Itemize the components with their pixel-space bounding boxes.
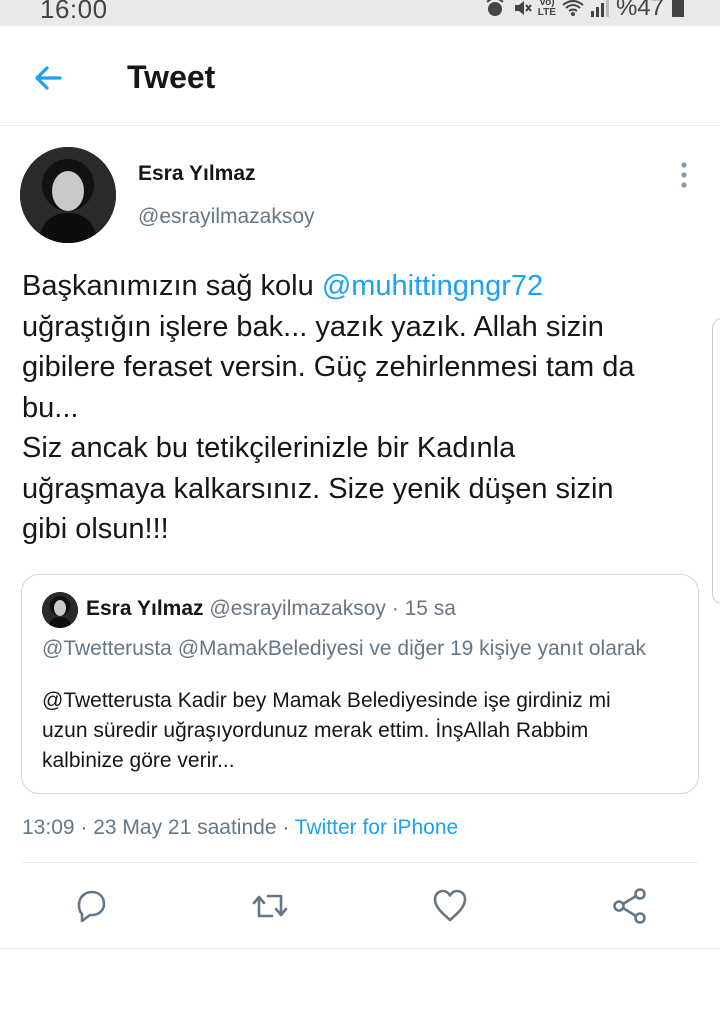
tweet-line: Siz ancak bu tetikçilerinizle bir Kadınl…	[22, 432, 516, 464]
quoted-line: @Twetterusta Kadir bey Mamak Belediyesin…	[42, 689, 611, 712]
scroll-edge	[712, 318, 720, 604]
tweet-line: Başkanımızın sağ kolu @muhittingngr72	[22, 266, 712, 307]
quoted-line: uzun süredir uğraşıyordunuz merak ettim.…	[42, 719, 589, 742]
quoted-author-name: Esra Yılmaz	[86, 597, 204, 620]
share-icon[interactable]	[610, 886, 650, 926]
back-arrow-icon[interactable]	[30, 60, 66, 96]
quoted-author-avatar	[42, 592, 78, 628]
retweet-icon[interactable]	[250, 886, 290, 926]
tweet-text: Başkanımızın sağ kolu @muhittingngr72 uğ…	[22, 266, 712, 550]
quoted-handle-time: @esrayilmazaksoy · 15 sa	[209, 597, 456, 620]
quoted-reply-context: @Twetterusta @MamakBelediyesi ve diğer 1…	[42, 637, 647, 660]
tweet-source-link[interactable]: Twitter for iPhone	[295, 816, 458, 839]
quoted-header: Esra Yılmaz @esrayilmazaksoy · 15 sa	[86, 597, 456, 621]
divider	[22, 862, 698, 863]
status-icons: Vo) LTE %47	[484, 0, 684, 22]
network-bottom-label: LTE	[537, 7, 556, 18]
wifi-icon	[562, 0, 584, 16]
mute-icon	[514, 1, 532, 15]
tweet-line: bu...	[22, 391, 79, 424]
author-handle[interactable]: @esrayilmazaksoy	[138, 205, 315, 229]
tweet-datetime: 13:09 · 23 May 21 saatinde ·	[22, 816, 295, 839]
status-bar: 16:00 Vo) LTE %47	[0, 0, 720, 26]
alarm-icon	[486, 0, 504, 16]
more-options-icon[interactable]	[672, 160, 696, 190]
battery-percent: %47	[615, 0, 664, 21]
signal-icon	[590, 0, 609, 17]
like-icon[interactable]	[430, 886, 470, 926]
quoted-avatar-photo	[42, 592, 78, 628]
tweet-line: uğraştığın işlere bak... yazık yazık. Al…	[22, 310, 604, 343]
quoted-text: @Twetterusta Kadir bey Mamak Belediyesin…	[42, 686, 682, 776]
reply-icon[interactable]	[71, 886, 111, 926]
mention-link[interactable]: @muhittingngr72	[322, 270, 543, 302]
quoted-tweet[interactable]: Esra Yılmaz @esrayilmazaksoy · 15 sa @Tw…	[21, 574, 699, 794]
author-name[interactable]: Esra Yılmaz	[138, 162, 256, 186]
quoted-line: kalbinize göre verir...	[42, 749, 235, 772]
avatar-photo	[20, 147, 116, 243]
tweet-meta: 13:09 · 23 May 21 saatinde · Twitter for…	[22, 816, 458, 840]
network-indicator: Vo) LTE	[538, 0, 556, 18]
status-time: 16:00	[40, 0, 108, 24]
tweet-line: uğraşmaya kalkarsınız. Size yenik düşen …	[22, 472, 614, 505]
tweet-line: gibilere feraset versin. Güç zehirlenmes…	[22, 351, 635, 383]
page-title: Tweet	[127, 59, 216, 95]
divider	[0, 948, 720, 949]
battery-icon	[672, 0, 684, 17]
app-header: Tweet	[0, 26, 720, 126]
action-bar	[0, 886, 720, 930]
author-avatar[interactable]	[20, 147, 116, 243]
tweet-line: gibi olsun!!!	[22, 513, 169, 545]
tweet-text-segment: Başkanımızın sağ kolu	[22, 270, 322, 302]
